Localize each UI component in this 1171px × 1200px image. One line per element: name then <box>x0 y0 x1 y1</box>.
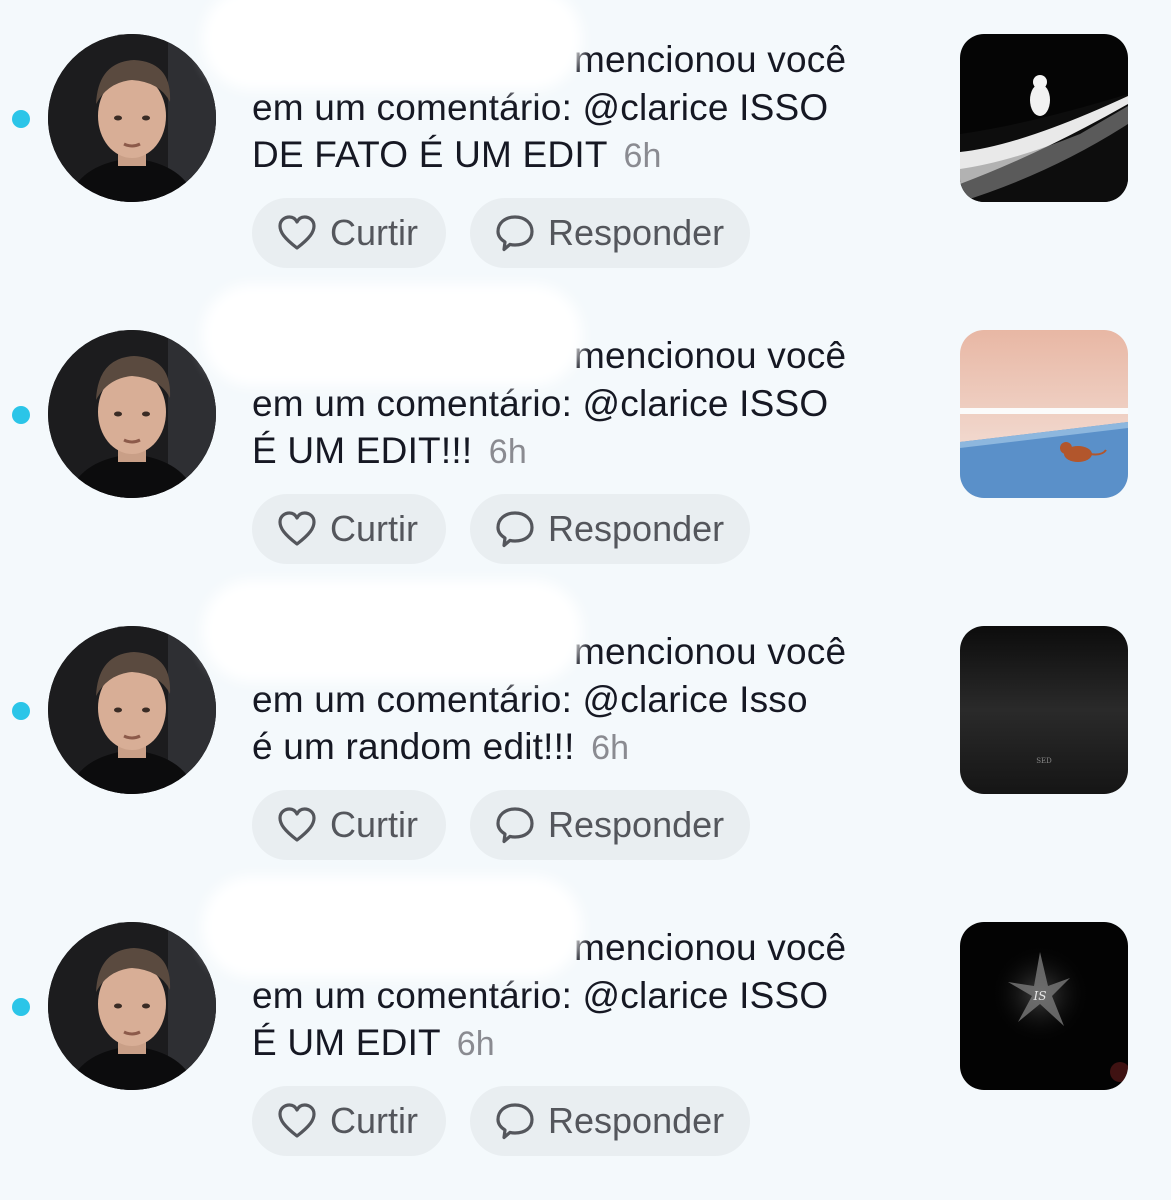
like-label: Curtir <box>330 508 418 549</box>
like-label: Curtir <box>330 804 418 845</box>
notification-text: usuario mencionou você em um comentário:… <box>212 0 932 179</box>
thumb-label: SED <box>1036 757 1052 765</box>
like-button[interactable]: Curtir <box>252 1086 446 1156</box>
like-label: Curtir <box>330 212 418 253</box>
speech-bubble-icon <box>496 807 534 844</box>
comment-text-line: é um random edit!!! <box>252 726 575 767</box>
notification-item[interactable]: usuario mencionou você em um comentário:… <box>0 294 1171 592</box>
video-thumbnail[interactable]: SED <box>960 626 1128 794</box>
avatar[interactable] <box>48 626 216 794</box>
heart-icon <box>278 807 316 842</box>
notification-text: usuario mencionou você em um comentário:… <box>212 590 932 771</box>
reply-button[interactable]: Responder <box>470 1086 750 1156</box>
avatar[interactable] <box>48 922 216 1090</box>
thumb-label: IS <box>1033 989 1047 1003</box>
username-redacted[interactable]: usuario <box>212 0 572 80</box>
comment-text-line: em um comentário: @clarice Isso <box>252 678 808 720</box>
speech-bubble-icon <box>496 1103 534 1140</box>
reply-button[interactable]: Responder <box>470 790 750 860</box>
unread-dot <box>12 406 30 424</box>
reply-label: Responder <box>548 1100 725 1141</box>
heart-icon <box>278 1103 316 1138</box>
reply-label: Responder <box>548 508 725 549</box>
like-button[interactable]: Curtir <box>252 494 446 564</box>
timestamp: 6h <box>623 137 662 175</box>
action-text: mencionou você <box>574 927 847 968</box>
avatar[interactable] <box>48 330 216 498</box>
avatar[interactable] <box>48 34 216 202</box>
timestamp: 6h <box>591 729 630 767</box>
username-redacted[interactable]: usuario <box>212 590 572 672</box>
reply-label: Responder <box>548 212 725 253</box>
reply-label: Responder <box>548 804 725 845</box>
action-text: mencionou você <box>574 39 847 80</box>
comment-text-line: É UM EDIT!!! <box>252 430 473 471</box>
comment-text-line: em um comentário: @clarice ISSO <box>252 382 829 424</box>
comment-text-line: DE FATO É UM EDIT <box>252 134 607 175</box>
unread-dot <box>12 702 30 720</box>
comment-text-line: em um comentário: @clarice ISSO <box>252 86 829 128</box>
like-label: Curtir <box>330 1100 418 1141</box>
notification-item[interactable]: usuario mencionou você em um comentário:… <box>0 590 1171 888</box>
reply-button[interactable]: Responder <box>470 198 750 268</box>
username-redacted[interactable]: usuario <box>212 886 572 968</box>
comment-text-line: É UM EDIT <box>252 1022 441 1063</box>
notification-item[interactable]: usuario mencionou você em um comentário:… <box>0 0 1171 296</box>
video-thumbnail[interactable] <box>960 330 1128 498</box>
video-thumbnail[interactable]: IS <box>960 922 1128 1090</box>
username-redacted[interactable]: usuario <box>212 294 572 376</box>
heart-icon <box>278 215 316 250</box>
video-thumbnail[interactable] <box>960 34 1128 202</box>
notification-item[interactable]: usuario mencionou você em um comentário:… <box>0 886 1171 1184</box>
unread-dot <box>12 998 30 1016</box>
unread-dot <box>12 110 30 128</box>
action-text: mencionou você <box>574 335 847 376</box>
reply-button[interactable]: Responder <box>470 494 750 564</box>
comment-text-line: em um comentário: @clarice ISSO <box>252 974 829 1016</box>
speech-bubble-icon <box>496 511 534 548</box>
notification-text: usuario mencionou você em um comentário:… <box>212 294 932 475</box>
notification-text: usuario mencionou você em um comentário:… <box>212 886 932 1067</box>
timestamp: 6h <box>456 1025 495 1063</box>
action-text: mencionou você <box>574 631 847 672</box>
heart-icon <box>278 511 316 546</box>
like-button[interactable]: Curtir <box>252 198 446 268</box>
speech-bubble-icon <box>496 215 534 252</box>
like-button[interactable]: Curtir <box>252 790 446 860</box>
timestamp: 6h <box>488 433 528 471</box>
